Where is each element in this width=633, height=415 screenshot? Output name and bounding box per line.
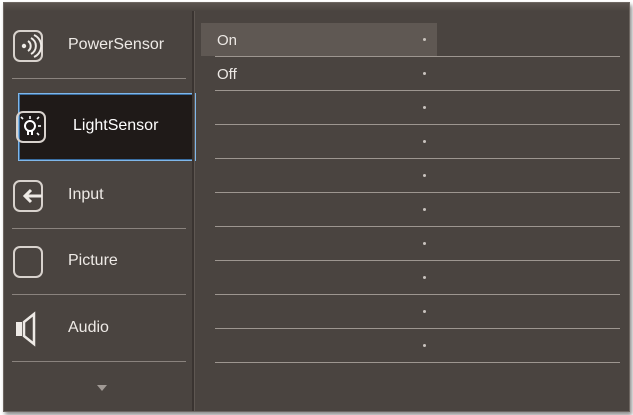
audio-icon <box>12 310 48 348</box>
menu-item-label: Picture <box>68 252 118 269</box>
menu-item-powersensor[interactable]: PowerSensor <box>12 13 186 79</box>
option-row <box>215 91 620 125</box>
option-row <box>215 329 620 363</box>
scroll-down-arrow-icon[interactable] <box>97 385 107 391</box>
osd-menu: PowerSensor LightSensor Input Picture Au… <box>3 2 630 412</box>
submenu: On Off <box>195 3 629 411</box>
option-row <box>215 261 620 295</box>
menu-item-label: LightSensor <box>73 117 159 134</box>
menu-item-audio[interactable]: Audio <box>12 296 186 362</box>
option-label: On <box>217 32 238 49</box>
option-dot <box>423 174 426 177</box>
menu-item-label: Input <box>68 186 104 203</box>
option-dot <box>423 276 426 279</box>
menu-item-input[interactable]: Input <box>12 163 186 229</box>
main-menu: PowerSensor LightSensor Input Picture Au… <box>4 3 196 411</box>
picture-icon <box>12 243 48 281</box>
option-dot <box>423 106 426 109</box>
input-icon <box>12 177 48 215</box>
option-dot <box>423 344 426 347</box>
option-row <box>215 227 620 261</box>
divider <box>12 78 186 79</box>
option-dot <box>423 208 426 211</box>
option-label: Off <box>217 66 237 83</box>
light-sensor-icon <box>15 108 51 146</box>
menu-item-label: Audio <box>68 319 109 336</box>
option-dot <box>423 140 426 143</box>
option-row <box>215 295 620 329</box>
option-off[interactable]: Off <box>215 57 620 91</box>
option-row <box>215 125 620 159</box>
menu-item-label: PowerSensor <box>68 36 165 53</box>
option-row <box>215 159 620 193</box>
menu-item-picture[interactable]: Picture <box>12 229 186 295</box>
option-dot <box>423 38 426 41</box>
option-divider <box>215 362 620 363</box>
option-dot <box>423 242 426 245</box>
option-dot <box>423 72 426 75</box>
divider <box>12 361 186 362</box>
option-on[interactable]: On <box>201 23 620 57</box>
option-row <box>215 193 620 227</box>
power-sensor-icon <box>12 27 48 65</box>
divider <box>12 294 186 295</box>
menu-item-lightsensor[interactable]: LightSensor <box>15 93 196 161</box>
option-dot <box>423 310 426 313</box>
